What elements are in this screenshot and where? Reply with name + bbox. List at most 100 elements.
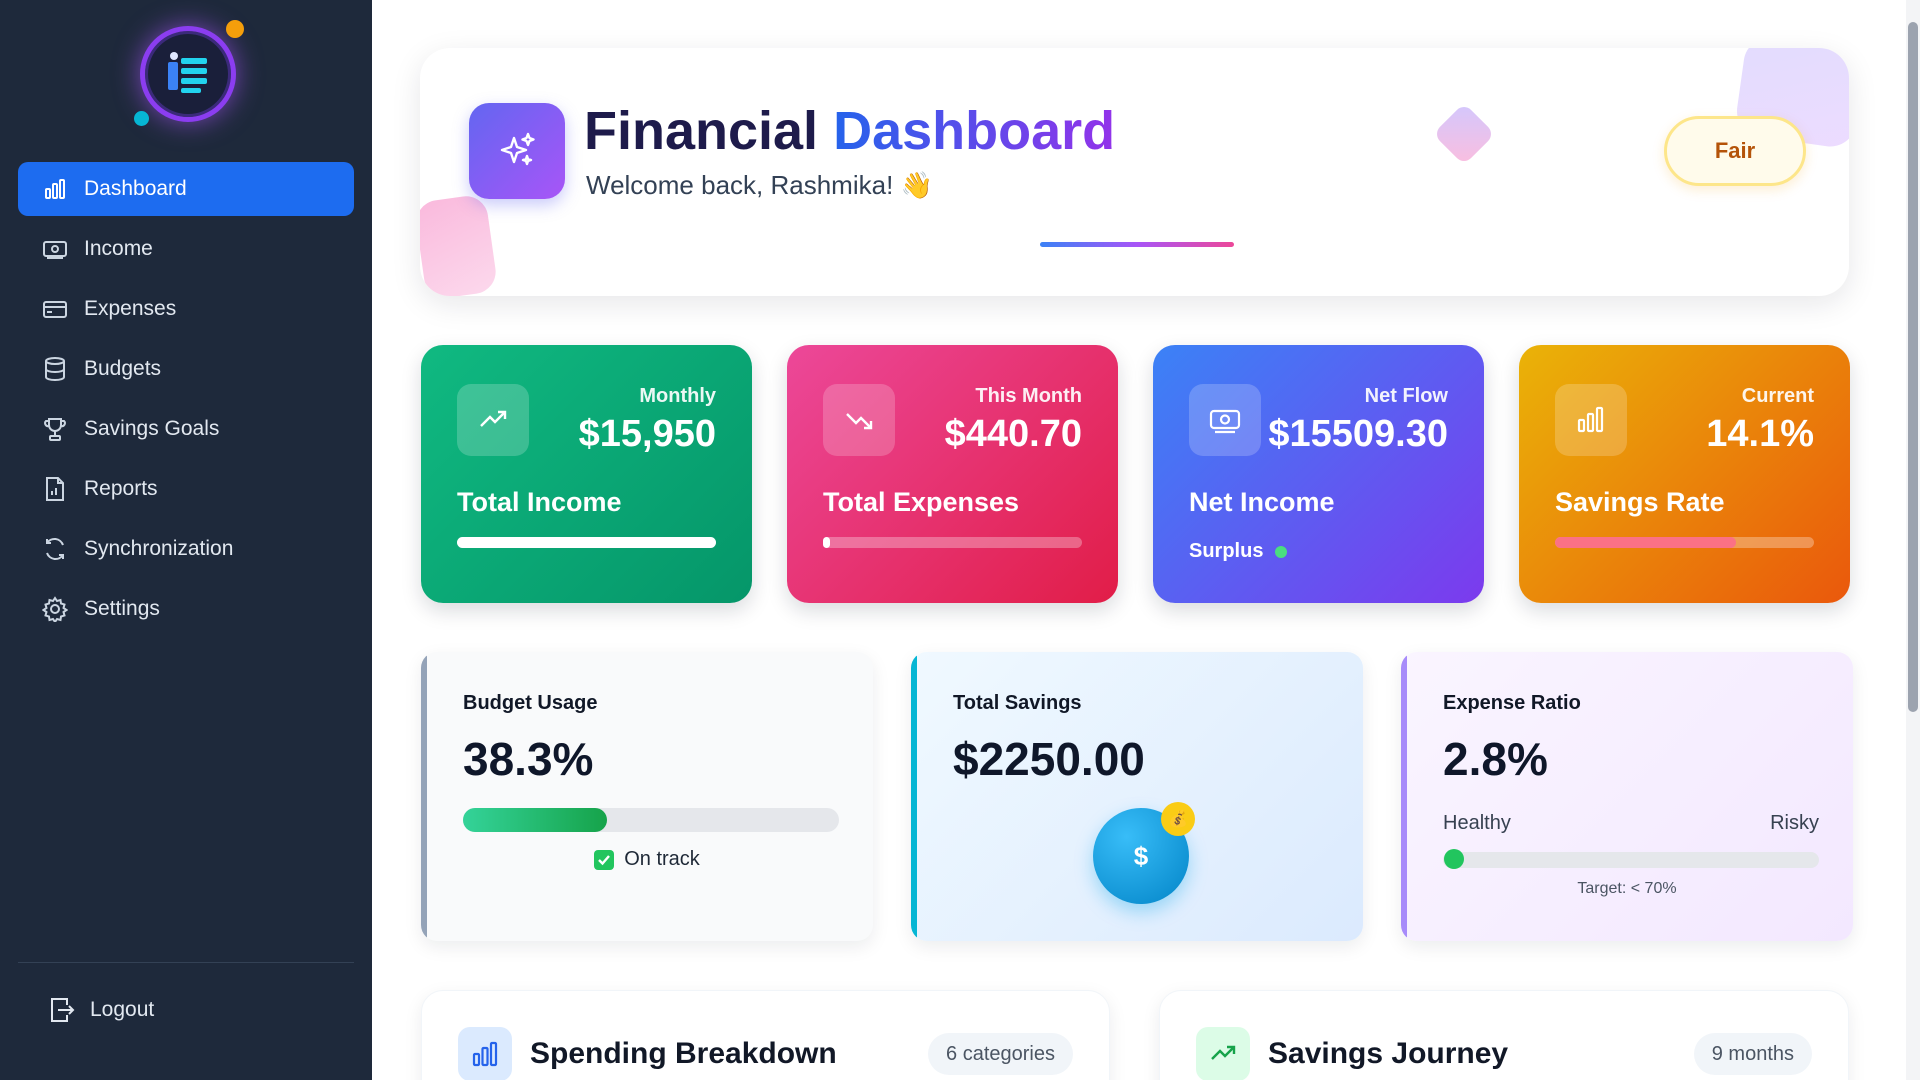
card-value: 2.8% — [1443, 733, 1548, 785]
sidebar-item-label: Income — [84, 237, 153, 260]
sidebar-item-savings-goals[interactable]: Savings Goals — [18, 402, 354, 456]
bar-chart-icon — [1555, 384, 1627, 456]
stat-title: Savings Rate — [1555, 487, 1725, 517]
budget-status: On track — [421, 848, 873, 871]
bar-chart-icon — [42, 176, 68, 202]
stat-value: $15,950 — [578, 413, 716, 455]
header-accent-line — [1040, 242, 1234, 247]
card-value: $2250.00 — [953, 733, 1145, 785]
database-icon — [42, 356, 68, 382]
stat-label: This Month — [975, 385, 1082, 407]
stat-title: Total Income — [457, 487, 622, 517]
page-title-accent: Dashboard — [833, 101, 1116, 161]
savings-rate-progress-fill — [1555, 537, 1737, 548]
decorative-diamond — [1432, 102, 1496, 166]
stat-label: Net Flow — [1364, 385, 1448, 407]
card-title: Budget Usage — [463, 692, 598, 714]
total-income-card[interactable]: Monthly $15,950 Total Income — [421, 345, 752, 603]
sidebar-nav: Dashboard Income Expenses Budgets Saving… — [18, 162, 354, 642]
sidebar-item-label: Expenses — [84, 297, 177, 320]
savings-rate-progress-track — [1555, 537, 1814, 548]
card-title: Total Savings — [953, 692, 1082, 714]
trending-up-icon — [1196, 1027, 1250, 1080]
income-progress-fill — [457, 537, 716, 548]
decorative-shape — [420, 193, 499, 296]
budget-usage-card[interactable]: Budget Usage 38.3% On track — [421, 652, 873, 941]
sidebar-item-label: Budgets — [84, 357, 162, 380]
ratio-indicator — [1443, 849, 1464, 869]
net-status: Surplus — [1189, 540, 1288, 563]
page-title-main: Financial — [584, 101, 819, 161]
stat-value: $15509.30 — [1268, 413, 1448, 455]
expenses-progress-fill — [823, 537, 831, 548]
budget-progress-fill — [463, 808, 607, 832]
ratio-scale-labels: Healthy Risky — [1443, 812, 1819, 835]
logout-icon — [46, 995, 76, 1025]
sidebar-item-dashboard[interactable]: Dashboard — [18, 162, 354, 216]
checkmark-icon — [594, 849, 615, 870]
stat-label: Current — [1741, 385, 1814, 407]
sidebar-item-label: Synchronization — [84, 537, 234, 560]
ratio-label-risky: Risky — [1770, 812, 1819, 834]
net-status-label: Surplus — [1189, 540, 1264, 562]
welcome-message: Welcome back, Rashmika! 👋 — [586, 170, 933, 200]
months-count-badge: 9 months — [1693, 1033, 1812, 1075]
page-scrollbar[interactable] — [1906, 0, 1920, 1080]
sidebar-item-expenses[interactable]: Expenses — [18, 282, 354, 336]
sidebar-item-label: Dashboard — [84, 177, 187, 200]
scrollbar-thumb[interactable] — [1908, 22, 1918, 712]
budget-progress-track — [463, 808, 839, 832]
sidebar-divider — [18, 962, 354, 963]
banknote-icon — [42, 236, 68, 262]
card-title: Expense Ratio — [1443, 692, 1581, 714]
stat-label: Monthly — [639, 385, 716, 407]
ratio-target: Target: < 70% — [1577, 880, 1677, 897]
spending-breakdown-card[interactable]: Spending Breakdown 6 categories — [421, 990, 1110, 1080]
ratio-label-healthy: Healthy — [1443, 812, 1511, 834]
savings-rate-card[interactable]: Current 14.1% Savings Rate — [1519, 345, 1850, 603]
trophy-icon — [42, 416, 68, 442]
sparkles-icon — [469, 103, 565, 199]
bar-chart-icon — [458, 1027, 512, 1080]
coin-symbol: $ — [1133, 840, 1149, 871]
card-accent-bar — [911, 652, 917, 941]
expense-ratio-card[interactable]: Expense Ratio 2.8% Healthy Risky Target:… — [1401, 652, 1853, 941]
financial-health-badge[interactable]: Fair — [1664, 116, 1806, 186]
card-title: Spending Breakdown — [530, 1037, 837, 1070]
sidebar-item-label: Reports — [84, 477, 158, 500]
total-expenses-card[interactable]: This Month $440.70 Total Expenses — [787, 345, 1118, 603]
expenses-progress-track — [823, 537, 1082, 548]
card-accent-bar — [421, 652, 427, 941]
sidebar-item-income[interactable]: Income — [18, 222, 354, 276]
card-value: 38.3% — [463, 733, 594, 785]
ratio-track — [1443, 849, 1819, 869]
app-logo[interactable] — [134, 20, 244, 126]
savings-journey-card[interactable]: Savings Journey 9 months — [1159, 990, 1849, 1080]
total-savings-card[interactable]: Total Savings $2250.00 $ 💰 — [911, 652, 1363, 941]
sidebar-item-synchronization[interactable]: Synchronization — [18, 522, 354, 576]
sync-icon — [42, 536, 68, 562]
banknote-icon — [1189, 384, 1261, 456]
stat-value: 14.1% — [1706, 413, 1814, 455]
trending-up-icon — [457, 384, 529, 456]
net-income-card[interactable]: Net Flow $15509.30 Net Income Surplus — [1153, 345, 1484, 603]
sidebar-item-budgets[interactable]: Budgets — [18, 342, 354, 396]
stat-value: $440.70 — [944, 413, 1082, 455]
logout-label: Logout — [90, 998, 155, 1021]
stat-title: Total Expenses — [823, 487, 1020, 517]
sidebar-item-label: Savings Goals — [84, 417, 220, 440]
sidebar-item-label: Settings — [84, 597, 160, 620]
logout-button[interactable]: Logout — [46, 995, 154, 1025]
credit-card-icon — [42, 296, 68, 322]
logo-icon — [168, 52, 207, 93]
income-progress-track — [457, 537, 716, 548]
sidebar-item-reports[interactable]: Reports — [18, 462, 354, 516]
card-title: Savings Journey — [1268, 1037, 1509, 1070]
status-dot — [1275, 545, 1288, 558]
money-bag-icon: 💰 — [1161, 802, 1195, 836]
sidebar-item-settings[interactable]: Settings — [18, 582, 354, 636]
sidebar: Dashboard Income Expenses Budgets Saving… — [0, 0, 372, 1080]
dashboard-header: Financial Dashboard Welcome back, Rashmi… — [420, 48, 1849, 296]
report-file-icon — [42, 476, 68, 502]
categories-count-badge: 6 categories — [928, 1033, 1073, 1075]
